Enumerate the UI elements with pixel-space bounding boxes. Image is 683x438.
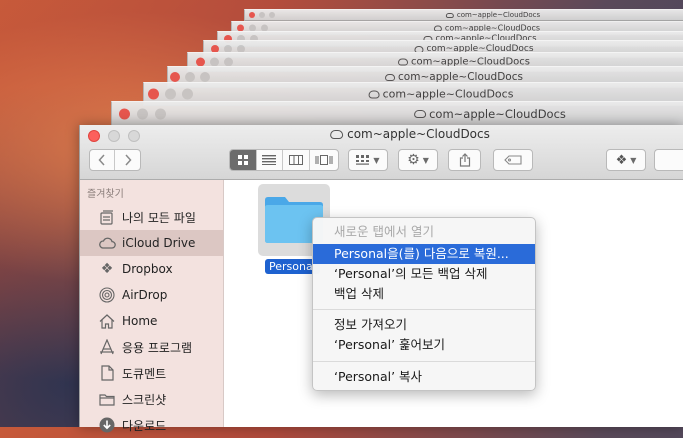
sidebar-item-label: 스크린샷: [122, 392, 167, 407]
sidebar-item-label: 응용 프로그램: [122, 340, 193, 355]
background-window-title: com~apple~CloudDocs: [445, 11, 540, 19]
chevron-down-icon: ▼: [422, 155, 429, 165]
tag-button[interactable]: [493, 149, 533, 171]
cloud-icon: [330, 129, 344, 139]
title-bar[interactable]: com~apple~CloudDocs ▼ ⚙ ▼ ❖ ▼: [80, 125, 683, 180]
share-button[interactable]: [448, 149, 481, 171]
zoom-button[interactable]: [128, 130, 140, 142]
menu-separator: [313, 309, 535, 310]
background-window-title: com~apple~CloudDocs: [368, 88, 513, 101]
folder-icon: [98, 390, 116, 408]
sidebar-item-icloud-drive[interactable]: iCloud Drive: [80, 230, 223, 256]
applications-icon: [98, 338, 116, 356]
chevron-down-icon: ▼: [373, 155, 380, 165]
context-menu: 새로운 탭에서 열기 Personal을(를) 다음으로 복원... ‘Pers…: [312, 217, 536, 391]
sidebar-item-dropbox[interactable]: ❖ Dropbox: [80, 256, 223, 282]
sidebar-item-downloads[interactable]: 다운로드: [80, 412, 223, 438]
sidebar-item-all-my-files[interactable]: 나의 모든 파일: [80, 204, 223, 230]
cover-flow-button[interactable]: [310, 150, 338, 170]
dropbox-icon: ❖: [615, 152, 628, 168]
sidebar-item-label: 다운로드: [122, 418, 167, 433]
cloud-icon: [398, 58, 409, 66]
dropbox-button[interactable]: ❖ ▼: [606, 149, 646, 171]
chevron-right-icon: [124, 154, 132, 166]
arrange-grid-icon: [356, 155, 370, 165]
window-controls: [119, 108, 166, 120]
sidebar-item-documents[interactable]: 도큐멘트: [80, 360, 223, 386]
cover-flow-icon: [315, 155, 333, 165]
menu-item-get-info[interactable]: 정보 가져오기: [313, 315, 535, 335]
dropbox-icon: ❖: [100, 261, 114, 277]
tag-icon: [504, 155, 522, 165]
share-icon: [459, 153, 470, 167]
menu-item-open-in-new-tab: 새로운 탭에서 열기: [334, 224, 434, 239]
icon-view-icon: [237, 155, 248, 165]
documents-icon: [98, 364, 116, 382]
sidebar-item-label: AirDrop: [122, 288, 168, 302]
action-button[interactable]: ⚙ ▼: [398, 149, 438, 171]
background-window[interactable]: com~apple~CloudDocs: [244, 9, 683, 21]
window-title: com~apple~CloudDocs: [330, 127, 490, 141]
menu-item-copy[interactable]: ‘Personal’ 복사: [313, 367, 535, 387]
list-view-icon: [262, 155, 277, 165]
icon-view-button[interactable]: [230, 150, 257, 170]
sidebar-heading-favorites: 즐겨찾기: [87, 189, 124, 200]
forward-button[interactable]: [115, 150, 140, 170]
sidebar-item-label: Home: [122, 314, 158, 328]
cloud-icon: [445, 12, 454, 18]
menu-item-restore-to[interactable]: Personal을(를) 다음으로 복원...: [313, 244, 535, 264]
search-field[interactable]: [654, 149, 683, 171]
sidebar-item-home[interactable]: Home: [80, 308, 223, 334]
sidebar-item-airdrop[interactable]: AirDrop: [80, 282, 223, 308]
sidebar-item-label: iCloud Drive: [122, 236, 196, 250]
gear-icon: ⚙: [407, 152, 420, 168]
menu-item-quick-look[interactable]: ‘Personal’ 훑어보기: [313, 335, 535, 355]
chevron-left-icon: [98, 154, 105, 166]
downloads-icon: [98, 416, 116, 434]
sidebar-item-applications[interactable]: 응용 프로그램: [80, 334, 223, 360]
arrange-button[interactable]: ▼: [348, 149, 388, 171]
background-window-title: com~apple~CloudDocs: [414, 107, 566, 121]
background-window[interactable]: com~apple~CloudDocs: [111, 101, 683, 127]
cloud-icon: [385, 73, 396, 81]
view-mode-control: [229, 149, 339, 171]
airdrop-icon: [98, 286, 116, 304]
sidebar-item-label: Dropbox: [122, 262, 173, 276]
window-controls: [249, 12, 275, 18]
sidebar: 즐겨찾기 나의 모든 파일 iCloud Drive ❖ Dropbox Air…: [80, 180, 224, 433]
menu-separator: [313, 361, 535, 362]
all-files-icon: [98, 208, 116, 226]
menu-item-delete-backup[interactable]: 백업 삭제: [313, 284, 535, 304]
minimize-button[interactable]: [108, 130, 120, 142]
column-view-button[interactable]: [283, 150, 310, 170]
list-view-button[interactable]: [257, 150, 284, 170]
window-controls: [148, 88, 193, 100]
back-button[interactable]: [90, 150, 116, 170]
close-button[interactable]: [88, 130, 100, 142]
column-view-icon: [288, 155, 303, 165]
cloud-icon: [368, 90, 380, 98]
sidebar-item-label: 나의 모든 파일: [122, 210, 196, 225]
window-controls: [170, 72, 210, 82]
back-forward-control: [89, 149, 141, 171]
sidebar-item-label: 도큐멘트: [122, 366, 167, 381]
chevron-down-icon: ▼: [630, 155, 637, 165]
cloud-icon: [414, 110, 427, 118]
cloud-icon: [98, 234, 116, 252]
menu-item-delete-all-backups[interactable]: ‘Personal’의 모든 백업 삭제: [313, 264, 535, 284]
sidebar-item-screenshots[interactable]: 스크린샷: [80, 386, 223, 412]
home-icon: [98, 312, 116, 330]
